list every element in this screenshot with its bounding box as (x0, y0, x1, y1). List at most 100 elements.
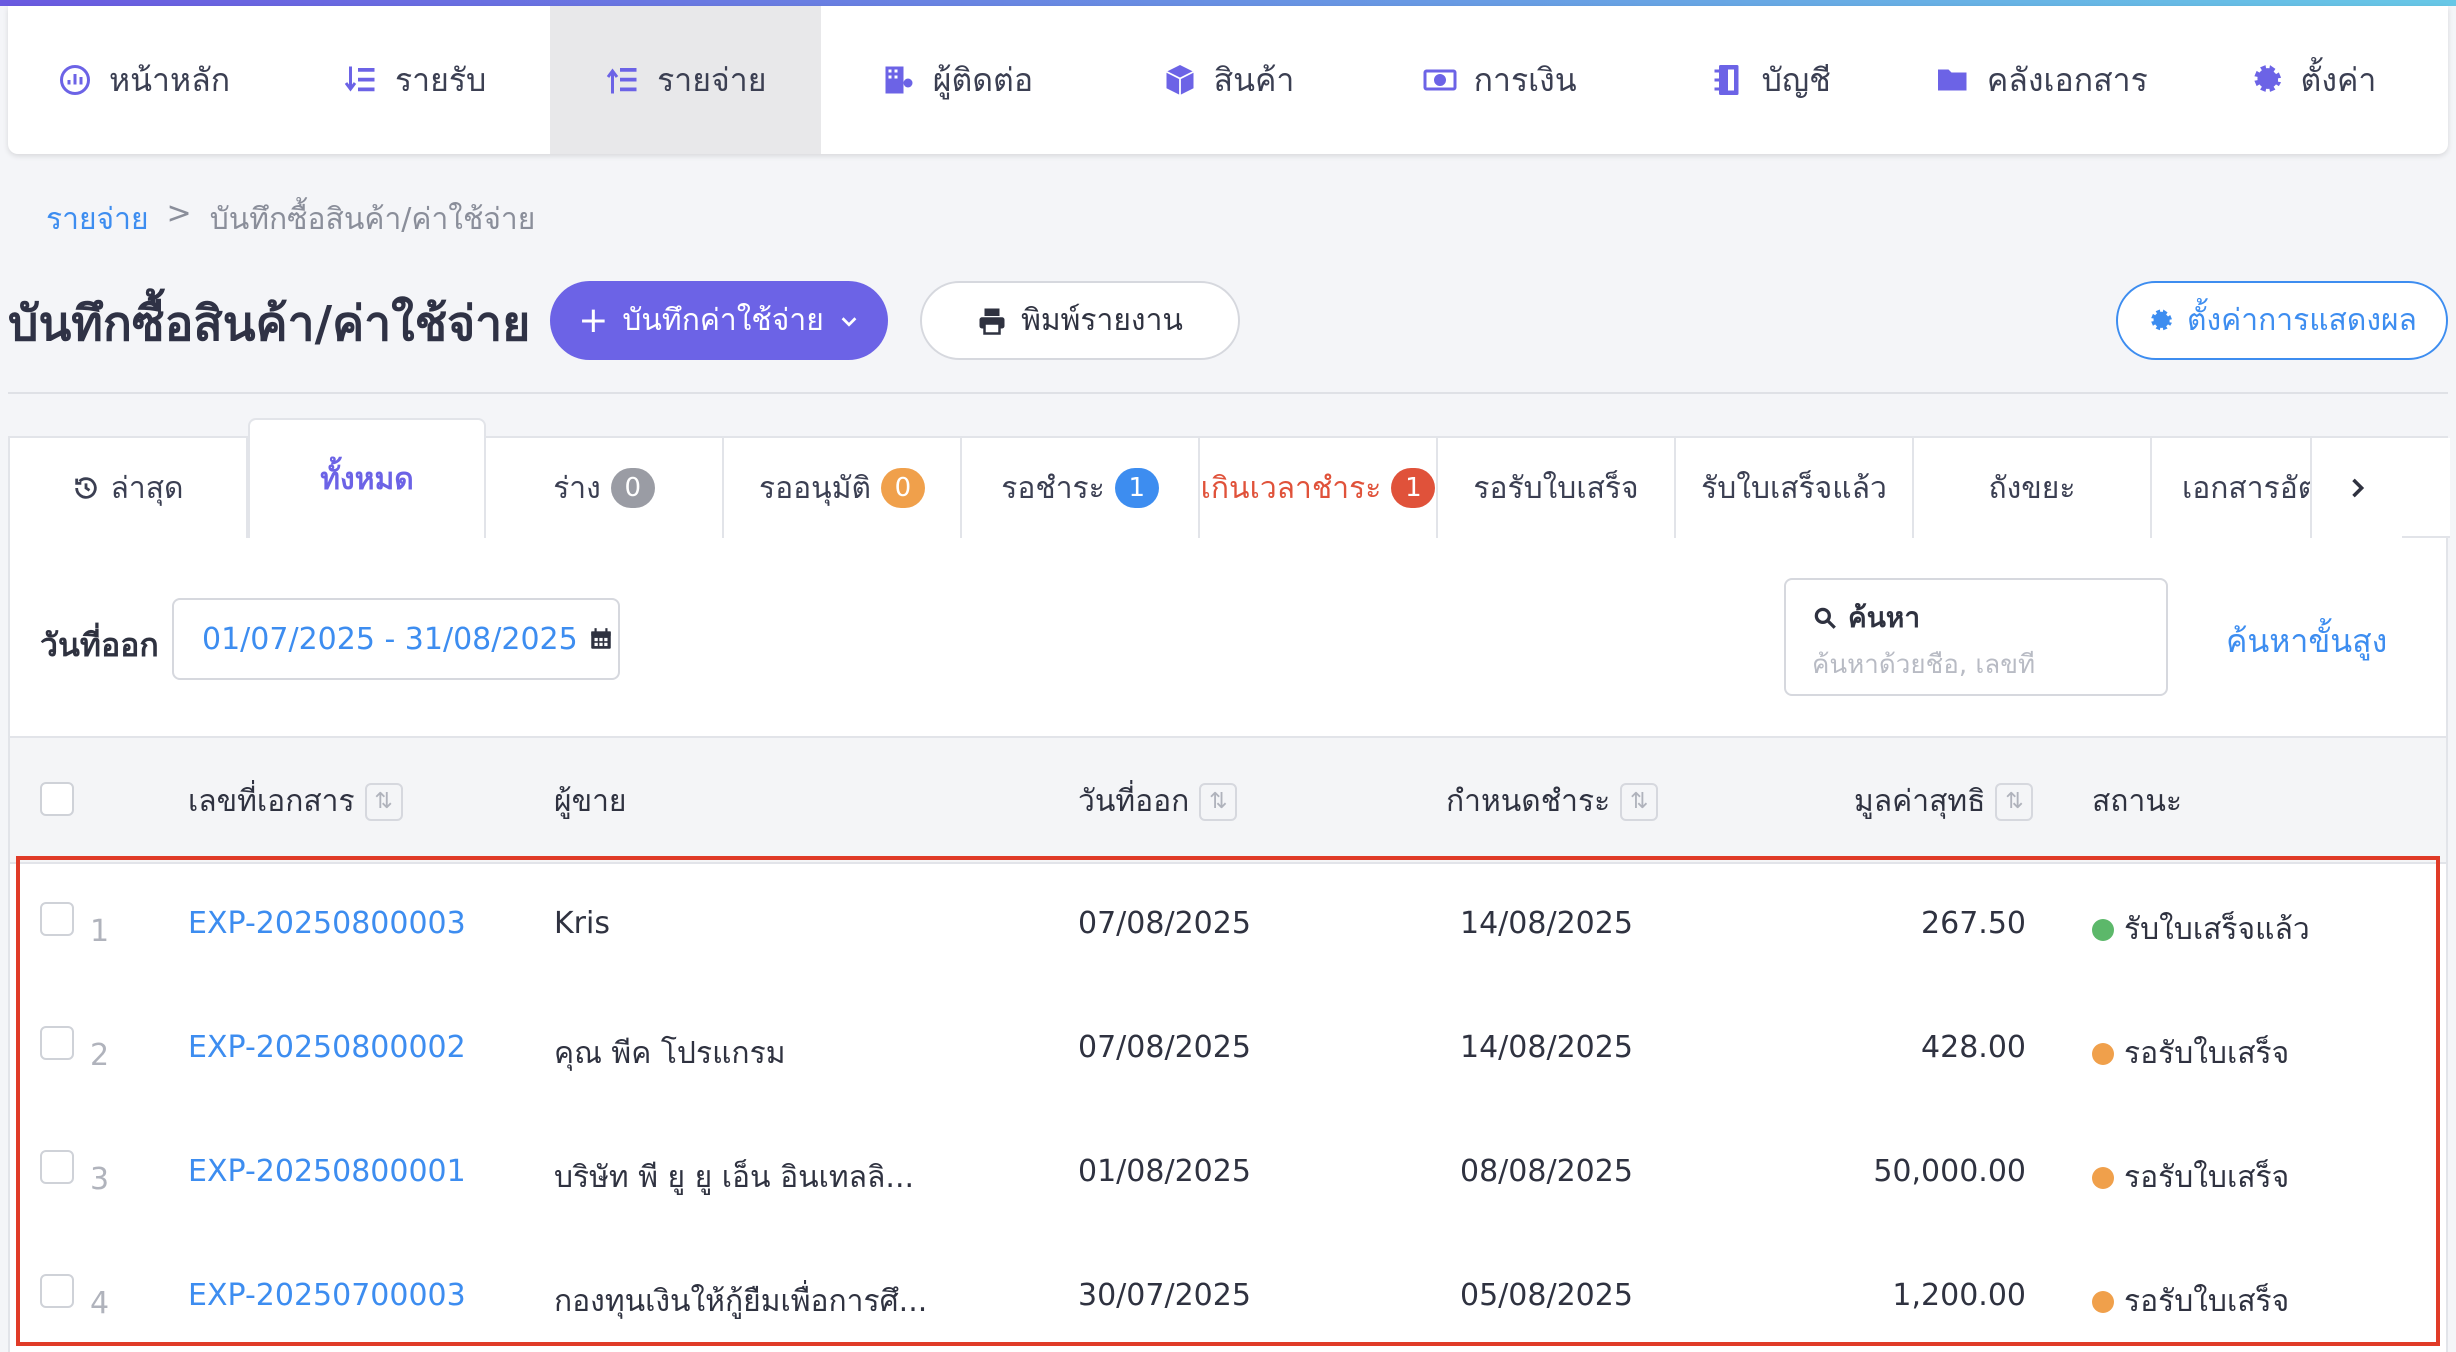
search-title: ค้นหา (1812, 596, 2140, 640)
advanced-search-link[interactable]: ค้นหาขั้นสูง (2226, 616, 2387, 667)
status-label: รอรับใบเสร็จ (2124, 1160, 2290, 1195)
nav-item-settings[interactable]: ตั้งค่า (2177, 6, 2448, 154)
documents-panel: ล่าสุด ทั้งหมด ร่าง 0 รออนุมัติ 0 รอชำระ… (8, 418, 2450, 1352)
header-doc-no[interactable]: เลขที่เอกสาร ⇅ (188, 778, 403, 825)
date-filter-label: วันที่ออก (40, 626, 159, 664)
vendor-name: กองทุนเงินให้กู้ยืมเพื่อการศึ... (554, 1284, 928, 1319)
tabs-scroll-right-button[interactable] (2312, 438, 2402, 538)
display-settings-label: ตั้งค่าการแสดงผล (2187, 303, 2417, 338)
tab-awaiting-payment[interactable]: รอชำระ 1 (962, 438, 1200, 538)
table-body: 1 EXP-20250800003 Kris 07/08/2025 14/08/… (10, 864, 2446, 1352)
doc-number-link[interactable]: EXP-20250800003 (188, 906, 466, 941)
status-badge: รอรับใบเสร็จ (2092, 1154, 2289, 1201)
search-input[interactable] (1812, 650, 2132, 680)
header-label: วันที่ออก (1078, 784, 1190, 819)
tab-overdue[interactable]: เกินเวลาชำระ 1 (1200, 438, 1438, 538)
row-checkbox[interactable] (40, 902, 74, 936)
row-number: 3 (90, 1162, 110, 1197)
row-checkbox[interactable] (40, 1026, 74, 1060)
date-range-picker[interactable]: 01/07/2025 - 31/08/2025 (172, 598, 620, 680)
main-nav: หน้าหลัก รายรับ รายจ่าย ผู้ติดต่อ สินค้า… (8, 6, 2448, 154)
breadcrumb-current: บันทึกซื้อสินค้า/ค่าใช้จ่าย (209, 202, 536, 237)
nav-label: ตั้งค่า (2300, 60, 2377, 99)
table-row[interactable]: 1 EXP-20250800003 Kris 07/08/2025 14/08/… (10, 864, 2446, 988)
status-badge: รับใบเสร็จแล้ว (2092, 906, 2310, 953)
status-dot-icon (2092, 1290, 2114, 1313)
tab-draft[interactable]: ร่าง 0 (486, 438, 724, 538)
table-row[interactable]: 2 EXP-20250800002 คุณ พีค โปรแกรม 07/08/… (10, 988, 2446, 1112)
tab-label: เกินเวลาชำระ (1200, 470, 1382, 506)
money-icon (1423, 69, 1457, 91)
table-header: เลขที่เอกสาร ⇅ ผู้ขาย วันที่ออก ⇅ กำหนดช… (10, 738, 2446, 864)
header-vendor: ผู้ขาย (554, 778, 627, 825)
nav-item-products[interactable]: สินค้า (1092, 6, 1363, 154)
net-amount: 1,200.00 (1892, 1278, 2026, 1313)
gear-icon (2253, 65, 2281, 92)
header-due-date[interactable]: กำหนดชำระ ⇅ (1446, 778, 1659, 825)
header-label: มูลค่าสุทธิ (1854, 784, 1986, 819)
nav-item-contacts[interactable]: ผู้ติดต่อ (821, 6, 1092, 154)
select-all-checkbox[interactable] (40, 782, 74, 816)
nav-item-documents[interactable]: คลังเอกสาร (1906, 6, 2177, 154)
count-badge: 1 (1391, 468, 1436, 508)
header-label: ผู้ขาย (554, 784, 627, 819)
status-label: รับใบเสร็จแล้ว (2124, 912, 2310, 947)
vendor-name: Kris (554, 906, 610, 941)
dashboard-icon (60, 65, 91, 95)
row-number: 2 (90, 1038, 110, 1073)
table-row[interactable]: 4 EXP-20250700003 กองทุนเงินให้กู้ยืมเพื… (10, 1236, 2446, 1352)
status-dot-icon (2092, 1166, 2114, 1189)
due-date: 05/08/2025 (1460, 1278, 1633, 1313)
add-expense-button[interactable]: + บันทึกค่าใช้จ่าย (550, 281, 888, 360)
nav-label: คลังเอกสาร (1986, 60, 2148, 99)
breadcrumb: รายจ่าย > บันทึกซื้อสินค้า/ค่าใช้จ่าย (46, 196, 535, 243)
tab-receipt-received[interactable]: รับใบเสร็จแล้ว (1676, 438, 1914, 538)
issue-date: 01/08/2025 (1078, 1154, 1251, 1189)
header-label: กำหนดชำระ (1446, 784, 1611, 819)
header-net-amount[interactable]: มูลค่าสุทธิ ⇅ (1854, 778, 2034, 825)
tab-label: ถังขยะ (1988, 470, 2076, 506)
filter-bar: วันที่ออก 01/07/2025 - 31/08/2025 ค้นหา … (10, 538, 2446, 738)
doc-number-link[interactable]: EXP-20250800001 (188, 1154, 466, 1189)
search-box: ค้นหา (1784, 578, 2168, 696)
status-badge: รอรับใบเสร็จ (2092, 1030, 2289, 1077)
nav-item-home[interactable]: หน้าหลัก (8, 6, 279, 154)
tab-awaiting-receipt[interactable]: รอรับใบเสร็จ (1438, 438, 1676, 538)
status-label: รอรับใบเสร็จ (2124, 1036, 2290, 1071)
header-issue-date[interactable]: วันที่ออก ⇅ (1078, 778, 1238, 825)
count-badge: 0 (610, 468, 655, 508)
tab-label: รับใบเสร็จแล้ว (1701, 470, 1887, 506)
tab-awaiting-approval[interactable]: รออนุมัติ 0 (724, 438, 962, 538)
breadcrumb-parent-link[interactable]: รายจ่าย (46, 196, 149, 243)
sort-icon[interactable]: ⇅ (1620, 782, 1659, 821)
tab-trash[interactable]: ถังขยะ (1914, 438, 2152, 538)
status-dot-icon (2092, 918, 2114, 941)
nav-item-income[interactable]: รายรับ (279, 6, 550, 154)
nav-label: รายจ่าย (657, 60, 767, 99)
folder-icon (1937, 69, 1967, 91)
sort-icon[interactable]: ⇅ (364, 782, 403, 821)
tab-all[interactable]: ทั้งหมด (248, 418, 486, 540)
tab-latest[interactable]: ล่าสุด (10, 438, 248, 538)
doc-number-link[interactable]: EXP-20250700003 (188, 1278, 466, 1313)
nav-item-expense[interactable]: รายจ่าย (550, 6, 822, 154)
row-checkbox[interactable] (40, 1274, 74, 1308)
row-checkbox[interactable] (40, 1150, 74, 1184)
nav-item-accounting[interactable]: บัญชี (1635, 6, 1906, 154)
print-report-button[interactable]: พิมพ์รายงาน (920, 281, 1240, 360)
nav-item-finance[interactable]: การเงิน (1364, 6, 1635, 154)
sort-icon[interactable]: ⇅ (1995, 782, 2034, 821)
sort-icon[interactable]: ⇅ (1199, 782, 1238, 821)
display-settings-button[interactable]: ตั้งค่าการแสดงผล (2116, 281, 2448, 360)
count-badge: 1 (1114, 468, 1159, 508)
doc-number-link[interactable]: EXP-20250800002 (188, 1030, 466, 1065)
box-icon (1165, 65, 1194, 95)
tab-auto-documents[interactable]: เอกสารอัตโน (2152, 438, 2312, 538)
tab-label: ร่าง (553, 470, 601, 506)
status-label: รอรับใบเสร็จ (2124, 1284, 2290, 1319)
status-dot-icon (2092, 1042, 2114, 1065)
breadcrumb-separator: > (166, 196, 192, 231)
income-list-icon (344, 66, 375, 92)
header-label: เลขที่เอกสาร (188, 784, 355, 819)
table-row[interactable]: 3 EXP-20250800001 บริษัท พี ยู ยู เอ็น อ… (10, 1112, 2446, 1236)
